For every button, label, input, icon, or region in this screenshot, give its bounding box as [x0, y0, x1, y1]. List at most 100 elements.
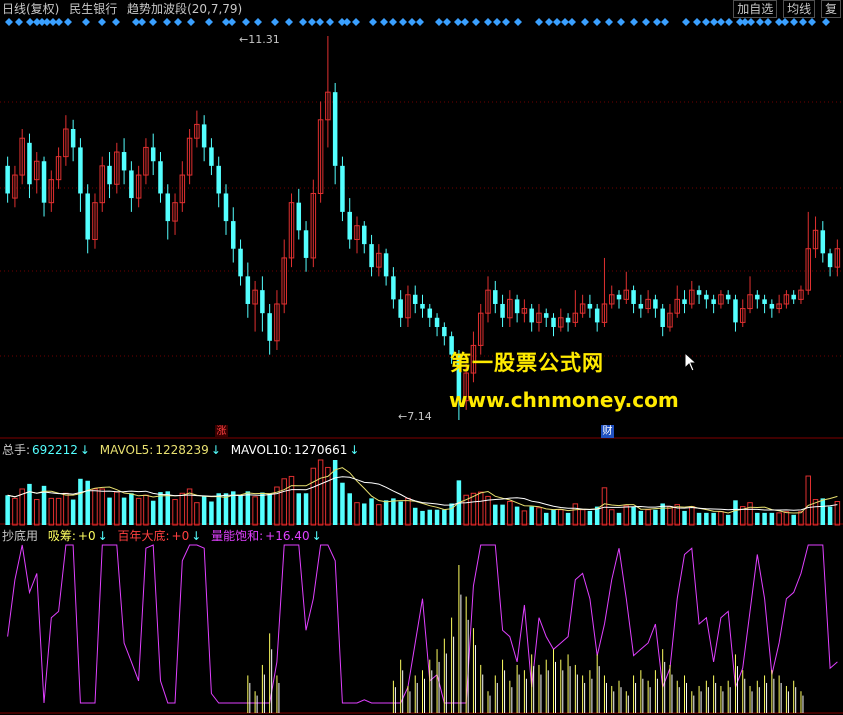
volume-bar: [376, 504, 382, 526]
volume-bar: [638, 510, 644, 525]
volume-bar: [755, 512, 760, 525]
s3-value: +16.40: [265, 529, 310, 543]
volume-bar: [434, 509, 440, 525]
candle-body: [41, 161, 47, 203]
candle-body: [420, 303, 425, 309]
candle-body: [442, 326, 447, 337]
signal-diamond-icon: [416, 18, 424, 26]
candle-body: [769, 303, 775, 309]
volume-bar: [317, 459, 324, 526]
candle-body: [332, 92, 338, 166]
volume-bar: [158, 492, 163, 525]
grid-lines: [0, 101, 843, 714]
candle-body: [150, 147, 156, 162]
signal-diamond-icon: [163, 18, 171, 26]
volume-bar: [55, 497, 62, 526]
volume-bar: [776, 512, 782, 526]
candle-body: [500, 303, 505, 318]
signal-diamond-icon: [443, 18, 451, 26]
candle-body: [543, 313, 549, 318]
signal-diamond-icon: [316, 18, 324, 26]
volume-bar: [558, 509, 564, 526]
signal-diamond-icon: [285, 18, 293, 26]
indicator-name[interactable]: 趋势加波段: [127, 2, 187, 16]
restore-button[interactable]: 复: [820, 0, 841, 18]
s1-value: +0: [77, 529, 96, 543]
down-arrow-icon: ↓: [210, 443, 221, 457]
volume-bar: [514, 506, 520, 525]
ma-line-button[interactable]: 均线: [783, 0, 816, 18]
volume-bar: [711, 512, 716, 525]
volume-bar: [245, 491, 251, 525]
volume-bar: [442, 509, 447, 525]
low-price-label: ←7.14: [398, 410, 432, 423]
volume-bar: [78, 478, 83, 525]
volume-bar: [653, 509, 658, 525]
volume-bar: [507, 501, 513, 526]
candle-body: [238, 248, 243, 277]
volume-bar: [493, 504, 498, 525]
volume-bar: [601, 487, 608, 526]
volume-bar: [310, 467, 317, 526]
signal-diamond-icon: [725, 18, 733, 26]
signal-diamond-icon: [493, 18, 501, 26]
signal-diamond-icon: [408, 18, 416, 26]
volume-bar: [121, 497, 127, 525]
volume-bar: [427, 509, 433, 525]
indicator-panel-name[interactable]: 抄底用: [2, 529, 38, 543]
signal-diamond-icon: [205, 18, 213, 26]
candle-body: [165, 193, 171, 222]
volume-bar: [296, 493, 302, 525]
badge-up-marker[interactable]: 涨: [215, 425, 228, 438]
candle-body: [565, 317, 571, 323]
add-watchlist-button[interactable]: 加自选: [733, 0, 778, 18]
volume-bar: [267, 493, 272, 525]
volume-bar: [340, 482, 345, 525]
volume-bar: [827, 506, 833, 525]
candle-body: [347, 211, 352, 240]
volume-bar: [725, 514, 731, 525]
volume-bar: [114, 491, 120, 526]
candle-body: [551, 317, 556, 327]
signal-diamond-icon: [568, 18, 576, 26]
kline-chart[interactable]: [0, 0, 843, 715]
signal-diamond-icon: [702, 18, 710, 26]
volume-bar: [303, 493, 309, 525]
signal-diamond-icon: [55, 18, 63, 26]
volume-header: 总手: 692212 ↓ MAVOL5: 1228239 ↓ MAVOL10: 12706…: [2, 441, 365, 459]
candle-body: [791, 294, 796, 300]
signal-markers: [5, 18, 830, 26]
volume-bar: [143, 494, 149, 526]
signal-diamond-icon: [553, 18, 561, 26]
mavol5-value: 1228239: [155, 443, 209, 457]
signal-diamond-icon: [435, 18, 443, 26]
down-arrow-icon: ↓: [79, 443, 90, 457]
watermark-url: www.chnmoney.com: [449, 388, 679, 412]
signal-diamond-icon: [710, 18, 718, 26]
badge-finance-marker[interactable]: 财: [601, 425, 614, 438]
s2-value: +0: [171, 529, 190, 543]
signal-diamond-icon: [399, 18, 407, 26]
candle-body: [303, 230, 309, 258]
candle-body: [216, 165, 221, 194]
volume-bar: [369, 498, 374, 525]
volume-bar: [27, 483, 32, 525]
volume-bar: [5, 495, 10, 525]
signal-diamond-icon: [561, 18, 569, 26]
volume-bar: [70, 499, 76, 525]
period-label[interactable]: 日线(复权): [2, 2, 59, 16]
candle-body: [820, 230, 826, 254]
arrow-left-icon: ←: [239, 33, 249, 46]
down-arrow-icon: ↓: [97, 529, 108, 543]
arrow-left-icon: ←: [398, 410, 408, 423]
candle-body: [267, 313, 272, 341]
volume-bar: [536, 507, 542, 526]
candle-body: [704, 294, 709, 300]
candle-body: [725, 294, 731, 300]
signal-diamond-icon: [271, 18, 279, 26]
volume-bar: [645, 509, 651, 526]
candle-body: [594, 308, 600, 323]
indicator-lines: [7, 544, 838, 713]
volume-bar: [608, 509, 615, 526]
signal-diamond-icon: [630, 18, 638, 26]
